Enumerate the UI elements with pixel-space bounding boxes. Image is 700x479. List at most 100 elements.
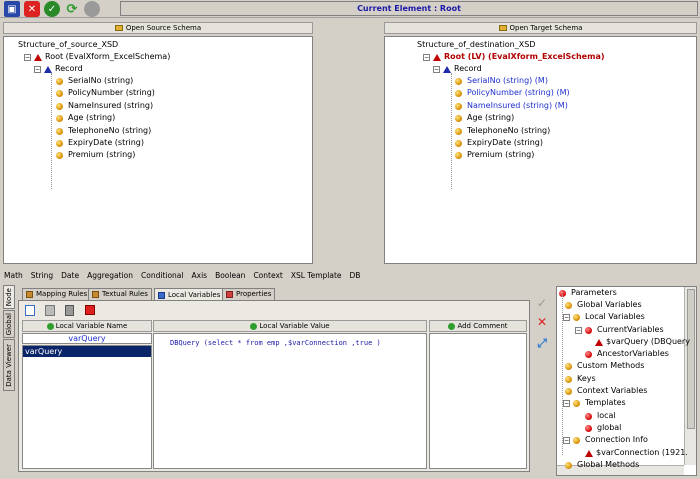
discard-x-icon[interactable]: ✕ <box>535 315 549 329</box>
mapping-canvas[interactable] <box>316 22 382 264</box>
target-field[interactable]: ExpiryDate (string) <box>455 137 543 149</box>
source-field[interactable]: TelephoneNo (string) <box>56 125 151 137</box>
menu-boolean[interactable]: Boolean <box>211 269 249 283</box>
source-schema-tree: Structure_of_source_XSD − Root (EvalXform… <box>3 36 313 264</box>
param-root[interactable]: Parameters <box>559 287 617 299</box>
menu-context[interactable]: Context <box>249 269 286 283</box>
target-field[interactable]: TelephoneNo (string) <box>455 125 550 137</box>
target-mapped-field[interactable]: SerialNo (string) (M) <box>455 75 548 87</box>
source-field[interactable]: Age (string) <box>56 112 115 124</box>
menu-aggregation[interactable]: Aggregation <box>83 269 137 283</box>
open-target-label: Open Target Schema <box>509 24 583 32</box>
param-context-variables[interactable]: Context Variables <box>565 385 647 397</box>
attribute-icon <box>455 151 462 159</box>
menu-date[interactable]: Date <box>57 269 83 283</box>
apply-node-icon[interactable]: ⤢ <box>535 336 549 350</box>
source-field[interactable]: SerialNo (string) <box>56 75 133 87</box>
target-mapped-field[interactable]: PolicyNumber (string) (M) <box>455 87 570 99</box>
target-mapped-field[interactable]: NameInsured (string) (M) <box>455 100 568 112</box>
refresh-icon[interactable]: ⟳ <box>64 1 80 17</box>
tab-textual-rules[interactable]: Textual Rules <box>88 288 152 300</box>
param-connection-info[interactable]: − Connection Info <box>563 434 648 446</box>
param-templates[interactable]: − Templates <box>563 397 626 409</box>
variable-name-input[interactable]: varQuery <box>22 333 152 344</box>
collapse-icon[interactable]: − <box>575 326 582 334</box>
collapse-icon[interactable]: − <box>563 399 570 407</box>
param-custom-methods[interactable]: Custom Methods <box>565 360 644 372</box>
param-template-local[interactable]: local <box>585 410 616 422</box>
template-icon <box>585 424 592 432</box>
attribute-icon <box>455 77 462 85</box>
element-icon <box>34 53 42 61</box>
collapse-icon[interactable]: − <box>24 53 31 61</box>
source-field[interactable]: PolicyNumber (string) <box>56 87 155 99</box>
delete-variable-icon[interactable] <box>65 305 74 316</box>
folder-node-icon <box>565 301 572 309</box>
source-field[interactable]: ExpiryDate (string) <box>56 137 144 149</box>
tab-properties[interactable]: Properties <box>222 288 276 300</box>
side-tab-global[interactable]: Global <box>3 310 15 338</box>
param-local-variables[interactable]: − Local Variables <box>563 311 645 323</box>
param-keys[interactable]: Keys <box>565 373 596 385</box>
folder-node-icon <box>565 362 572 370</box>
cancel-icon[interactable]: ✕ <box>24 1 40 17</box>
column-header-name: Local Variable Name <box>22 320 152 332</box>
copy-variable-icon[interactable] <box>45 305 55 316</box>
vertical-scrollbar[interactable] <box>684 287 696 465</box>
target-field[interactable]: Premium (string) <box>455 149 534 161</box>
stop-variable-icon[interactable] <box>85 305 95 315</box>
menu-math[interactable]: Math <box>0 269 27 283</box>
source-root-node[interactable]: − Root (EvalXform_ExcelSchema) <box>24 51 170 63</box>
collapse-icon[interactable]: − <box>563 313 570 321</box>
param-ancestor-variables[interactable]: AncestorVariables <box>585 348 669 360</box>
param-global-methods[interactable]: Global Methods <box>565 459 639 471</box>
target-root-label: Structure_of_destination_XSD <box>417 40 536 49</box>
new-variable-icon[interactable] <box>25 305 35 316</box>
source-field[interactable]: NameInsured (string) <box>56 100 153 112</box>
rules-icon <box>26 291 33 298</box>
folder-node-icon <box>565 387 572 395</box>
param-global-variables[interactable]: Global Variables <box>565 299 642 311</box>
source-field[interactable]: Premium (string) <box>56 149 135 161</box>
stop-icon[interactable] <box>84 1 100 17</box>
folder-node-icon <box>573 436 580 444</box>
open-source-schema-button[interactable]: Open Source Schema <box>3 22 313 34</box>
side-tab-data-viewer[interactable]: Data Viewer <box>3 339 15 391</box>
ok-icon[interactable]: ✓ <box>44 1 60 17</box>
target-root-node[interactable]: − Root (LV) (EvalXform_ExcelSchema) <box>423 51 605 63</box>
menu-db[interactable]: DB <box>346 269 365 283</box>
target-field[interactable]: Age (string) <box>455 112 514 124</box>
param-template-global[interactable]: global <box>585 422 621 434</box>
apply-check-icon[interactable]: ✓ <box>535 296 549 310</box>
collapse-icon[interactable]: − <box>563 436 570 444</box>
variable-icon <box>595 338 603 346</box>
folder-node-icon <box>573 313 580 321</box>
variables-icon <box>585 326 592 334</box>
param-varquery[interactable]: $varQuery (DBQuery <box>595 336 690 348</box>
menu-axis[interactable]: Axis <box>188 269 212 283</box>
element-icon <box>433 53 441 61</box>
param-current-variables[interactable]: − CurrentVariables <box>575 324 664 336</box>
element-icon <box>44 65 52 73</box>
param-varconnection[interactable]: $varConnection (1921. <box>585 447 688 459</box>
tab-mapping-rules[interactable]: Mapping Rules <box>22 288 92 300</box>
target-record-node[interactable]: − Record <box>433 63 482 75</box>
variable-list-item[interactable]: varQuery <box>23 346 151 357</box>
menu-xsl-template[interactable]: XSL Template <box>287 269 346 283</box>
variable-value-editor[interactable]: DBQuery (select * from emp ,$varConnecti… <box>153 333 427 469</box>
collapse-icon[interactable]: − <box>423 53 430 61</box>
source-record-node[interactable]: − Record <box>34 63 83 75</box>
source-root-label: Structure_of_source_XSD <box>18 40 119 49</box>
open-target-schema-button[interactable]: Open Target Schema <box>384 22 697 34</box>
collapse-icon[interactable]: − <box>34 65 41 73</box>
menu-string[interactable]: String <box>27 269 57 283</box>
collapse-icon[interactable]: − <box>433 65 440 73</box>
variable-comment-editor[interactable] <box>429 333 527 469</box>
folder-node-icon <box>565 375 572 383</box>
attribute-icon <box>56 151 63 159</box>
side-tab-node[interactable]: Node <box>3 285 15 309</box>
attribute-icon <box>455 89 462 97</box>
save-icon[interactable]: ▣ <box>4 1 20 17</box>
menu-conditional[interactable]: Conditional <box>137 269 187 283</box>
element-icon <box>443 65 451 73</box>
